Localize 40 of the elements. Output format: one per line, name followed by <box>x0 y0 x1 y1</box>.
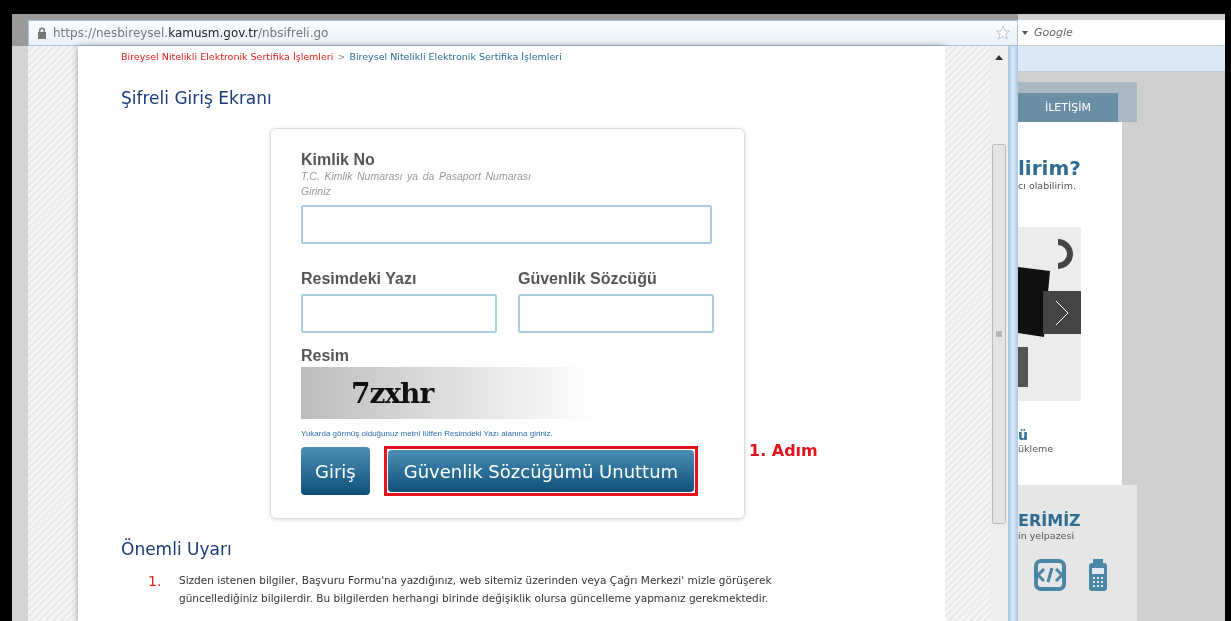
item-number: 1. <box>148 573 163 591</box>
breadcrumb-link[interactable]: Bireysel Nitelikli Elektronik Sertifika İşlemleri <box>121 51 334 62</box>
input-field[interactable] <box>301 205 712 244</box>
chevron-right-icon <box>1055 299 1069 326</box>
breadcrumb-link[interactable]: Bireysel Nitelikli Elektronik Sertifika İşlemleri <box>349 51 562 62</box>
section-text: ükleme <box>1018 443 1055 454</box>
breadcrumb-separator: > <box>337 51 346 62</box>
search-field[interactable]: Google <box>1018 20 1225 46</box>
login-button[interactable]: Giriş <box>301 447 370 495</box>
section-heading: lirim? <box>1018 156 1082 180</box>
field-label: Resimdeki Yazı <box>301 270 418 288</box>
step-annotation: 1. Adım <box>749 441 818 460</box>
captcha-note: Yukarda görmüş olduğunuz metni lütfen Resimdeki Yazı alanına giriniz. <box>301 429 554 438</box>
scrollbar[interactable] <box>990 46 1008 621</box>
next-button[interactable] <box>1043 291 1081 334</box>
forgot-button[interactable]: Güvenlik Sözcüğümü Unuttum <box>387 450 695 492</box>
field-label: Güvenlik Sözcüğü <box>518 270 658 288</box>
section-heading: Önemli Uyarı <box>121 539 233 559</box>
section-heading: ERİMİZ <box>1018 511 1082 530</box>
code-icon[interactable] <box>1032 559 1068 591</box>
warning-text: Sizden istenen bilgiler, Başvuru Formu'na yazdığınız, web sitemiz üzerinden veya Çağrı Merkezi' mizle görüşerek güncellediğiniz bilgilerdir. Bu bilgilerden herhangi birinde değişiklik olursa güncelleme yapmanız gerekmektedir. <box>179 573 773 606</box>
page-title: Şifreli Giriş Ekranı <box>121 88 273 108</box>
input-field[interactable] <box>518 294 714 333</box>
nav-tab[interactable]: İLETİŞİM <box>1018 93 1118 122</box>
grip-icon <box>996 331 1002 337</box>
address-bar[interactable]: https://nesbireysel.kamusm.gov.tr/nbsifreli.go <box>28 20 1018 46</box>
section-text: cı olabilirim. <box>1018 180 1077 191</box>
field-label: Resim <box>301 347 351 365</box>
input-field[interactable] <box>301 294 497 333</box>
lock-icon <box>37 27 47 39</box>
card-terminal-icon[interactable] <box>1088 559 1108 591</box>
section-text: in yelpazesi <box>1018 530 1076 541</box>
field-hint: T.C. Kimlik Numarası ya da Pasaport Numarası Giriniz <box>301 169 531 199</box>
url-text: https://nesbireysel.kamusm.gov.tr/nbsifreli.go <box>53 26 329 40</box>
field-label: Kimlik No <box>301 151 376 169</box>
caret-icon <box>1022 30 1028 35</box>
section-heading: ü <box>1018 427 1029 443</box>
scroll-up-icon[interactable] <box>995 54 1003 60</box>
captcha-text: 7zxhr <box>351 376 434 410</box>
star-icon[interactable] <box>995 25 1011 41</box>
